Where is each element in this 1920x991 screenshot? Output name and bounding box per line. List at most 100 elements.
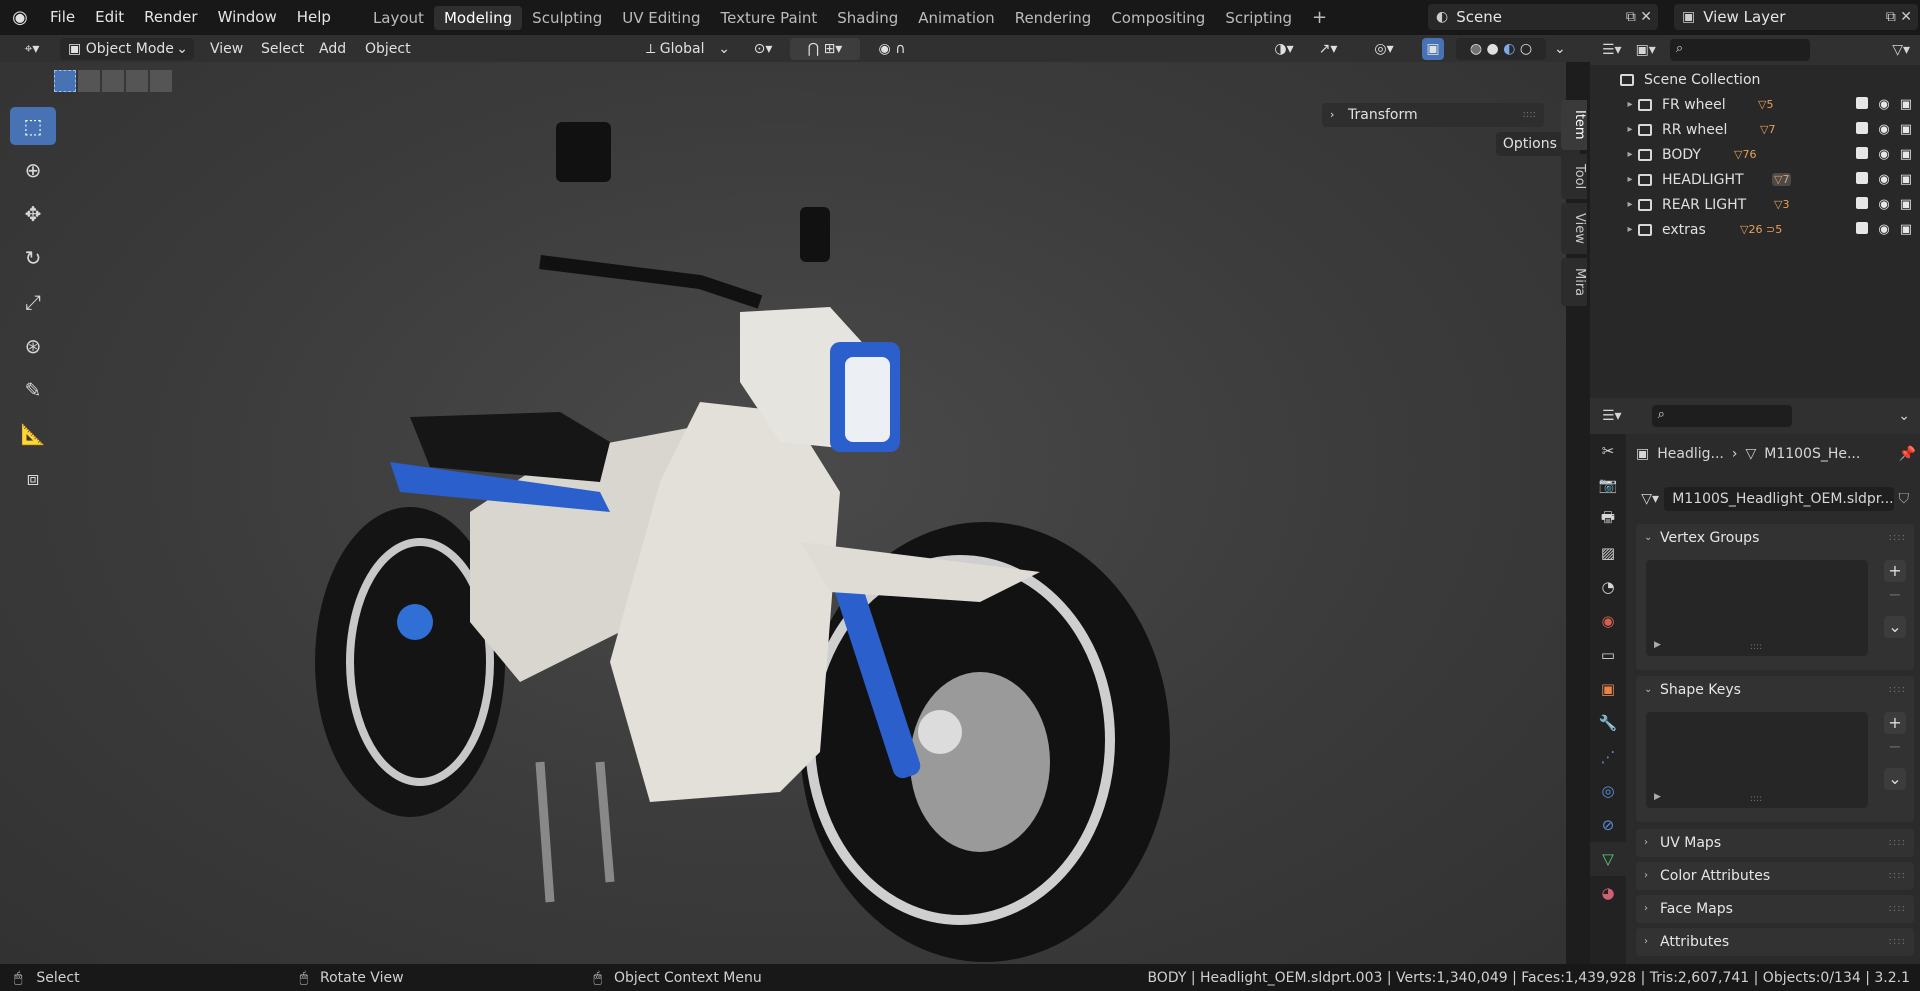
pin-icon[interactable]: 📌 bbox=[1899, 446, 1916, 462]
rendered-shading-icon[interactable]: ○ bbox=[1520, 41, 1532, 57]
checkbox-icon[interactable] bbox=[1856, 97, 1869, 109]
vertex-groups-header[interactable]: ⌄ Vertex Groups :::: bbox=[1636, 524, 1914, 552]
grip-icon[interactable]: :::: bbox=[1889, 928, 1906, 956]
new-view-layer-icon[interactable]: ⧉ ✕ bbox=[1886, 9, 1912, 25]
uv-maps-panel[interactable]: › UV Maps:::: bbox=[1636, 829, 1914, 857]
3d-viewport[interactable]: Options ⌄ bbox=[0, 62, 1580, 964]
gizmo-icon[interactable]: ↗▾ bbox=[1310, 38, 1346, 60]
particles-tab-icon[interactable]: ⋰ bbox=[1590, 740, 1626, 774]
tab-uv-editing[interactable]: UV Editing bbox=[612, 6, 710, 30]
tab-scripting[interactable]: Scripting bbox=[1215, 6, 1302, 30]
grip-icon[interactable]: :::: bbox=[1889, 676, 1906, 704]
select-box-icon[interactable]: ⬚ bbox=[10, 107, 56, 145]
grip-icon[interactable]: :::: bbox=[1889, 895, 1906, 923]
mode-dropdown[interactable]: ▣ Object Mode ⌄ bbox=[60, 38, 194, 60]
collection-tab-icon[interactable]: ▭ bbox=[1590, 638, 1626, 672]
tab-mira[interactable]: Mira bbox=[1561, 257, 1587, 306]
properties-search-input[interactable]: ⌕ bbox=[1651, 405, 1792, 427]
eye-icon[interactable]: ◉ bbox=[1878, 147, 1889, 162]
solid-shading-icon[interactable]: ● bbox=[1487, 41, 1499, 57]
add-icon[interactable]: + bbox=[1884, 712, 1906, 734]
checkbox-icon[interactable] bbox=[1856, 222, 1869, 234]
orientation-dropdown[interactable]: ⟂ Global ⌄ bbox=[640, 38, 734, 60]
tab-sculpting[interactable]: Sculpting bbox=[522, 6, 612, 30]
camera-icon[interactable]: ▣ bbox=[1900, 222, 1912, 237]
display-mode-icon[interactable]: ▣▾ bbox=[1636, 42, 1656, 58]
checkbox-icon[interactable] bbox=[1856, 197, 1869, 209]
outliner-row-rr-wheel[interactable]: ▸ RR wheel ▽7 ◉ ▣ bbox=[1590, 117, 1920, 142]
pivot-icon[interactable]: ⊙▾ bbox=[745, 38, 781, 60]
scale-icon[interactable]: ⤢ bbox=[10, 283, 56, 321]
grip-icon[interactable]: :::: bbox=[1889, 524, 1906, 552]
grip-icon[interactable]: :::: bbox=[1889, 862, 1906, 890]
scene-collection-row[interactable]: Scene Collection bbox=[1590, 67, 1920, 92]
tab-rendering[interactable]: Rendering bbox=[1005, 6, 1102, 30]
fake-user-icon[interactable]: ⛉ bbox=[1894, 491, 1914, 507]
new-scene-icon[interactable]: ⧉ ✕ bbox=[1626, 9, 1652, 25]
outliner-editor-icon[interactable]: ☰▾ bbox=[1602, 42, 1622, 58]
vertex-groups-list[interactable]: ▶ :::: bbox=[1646, 560, 1868, 656]
grip-icon[interactable]: :::: bbox=[1889, 829, 1906, 857]
eye-icon[interactable]: ◉ bbox=[1878, 122, 1889, 137]
transform-icon[interactable]: ⊛ bbox=[10, 327, 56, 365]
checkbox-icon[interactable] bbox=[1856, 147, 1869, 159]
blender-logo-icon[interactable]: ◉ bbox=[0, 7, 40, 28]
tab-layout[interactable]: Layout bbox=[363, 6, 434, 30]
output-tab-icon[interactable]: 🖶 bbox=[1590, 502, 1626, 536]
outliner-row-body[interactable]: ▸ BODY ▽76 ◉ ▣ bbox=[1590, 142, 1920, 167]
wireframe-shading-icon[interactable]: ◍ bbox=[1470, 41, 1482, 57]
chevron-down-icon[interactable]: ⌄ bbox=[1884, 768, 1906, 790]
tab-compositing[interactable]: Compositing bbox=[1101, 6, 1215, 30]
data-tab-icon[interactable]: ▽ bbox=[1590, 842, 1626, 876]
remove-icon[interactable]: − bbox=[1884, 736, 1906, 758]
rotate-icon[interactable]: ↻ bbox=[10, 239, 56, 277]
menu-select[interactable]: Select bbox=[261, 38, 304, 60]
visibility-icon[interactable]: ◑▾ bbox=[1266, 38, 1302, 60]
xray-icon[interactable]: ▣ bbox=[1422, 38, 1444, 60]
transform-panel-header[interactable]: › Transform :::: bbox=[1322, 103, 1544, 127]
annotate-icon[interactable]: ✎ bbox=[10, 371, 56, 409]
color-attributes-panel[interactable]: › Color Attributes:::: bbox=[1636, 862, 1914, 890]
snap-icon[interactable]: ⋂ ⊞▾ bbox=[790, 38, 860, 60]
editor-type-icon[interactable]: ⌖▾ bbox=[14, 38, 50, 60]
attributes-panel[interactable]: › Attributes:::: bbox=[1636, 928, 1914, 956]
grip-icon[interactable]: :::: bbox=[1523, 103, 1536, 127]
modifier-tab-icon[interactable]: 🔧 bbox=[1590, 706, 1626, 740]
expand-icon[interactable]: ▸ bbox=[1622, 99, 1638, 110]
tab-shading[interactable]: Shading bbox=[827, 6, 908, 30]
eye-icon[interactable]: ◉ bbox=[1878, 172, 1889, 187]
constraints-tab-icon[interactable]: ⊘ bbox=[1590, 808, 1626, 842]
cursor-icon[interactable]: ⊕ bbox=[10, 151, 56, 189]
expand-icon[interactable]: ▸ bbox=[1622, 124, 1638, 135]
physics-tab-icon[interactable]: ◎ bbox=[1590, 774, 1626, 808]
move-icon[interactable]: ✥ bbox=[10, 195, 56, 233]
mesh-name-field[interactable]: M1100S_Headlight_OEM.sldpr... bbox=[1664, 487, 1894, 511]
mesh-browse-icon[interactable]: ▽▾ bbox=[1636, 491, 1664, 507]
motorcycle-model[interactable] bbox=[0, 62, 1566, 964]
tab-view[interactable]: View bbox=[1561, 202, 1587, 254]
overlay-icon[interactable]: ◎▾ bbox=[1366, 38, 1402, 60]
menu-add[interactable]: Add bbox=[319, 38, 346, 60]
resize-grip-icon[interactable]: :::: bbox=[1750, 794, 1762, 804]
camera-icon[interactable]: ▣ bbox=[1900, 97, 1912, 112]
face-maps-panel[interactable]: › Face Maps:::: bbox=[1636, 895, 1914, 923]
render-tab-icon[interactable]: 📷 bbox=[1590, 468, 1626, 502]
shading-dropdown-icon[interactable]: ⌄ bbox=[1554, 38, 1574, 60]
camera-icon[interactable]: ▣ bbox=[1900, 122, 1912, 137]
menu-object[interactable]: Object bbox=[365, 38, 411, 60]
expand-icon[interactable]: ▸ bbox=[1622, 149, 1638, 160]
expand-icon[interactable]: ▶ bbox=[1654, 640, 1661, 650]
chevron-down-icon[interactable]: ⌄ bbox=[1898, 408, 1920, 424]
uv-maps-header[interactable]: › UV Maps:::: bbox=[1636, 829, 1914, 857]
menu-file[interactable]: File bbox=[40, 0, 85, 35]
outliner-row-headlight[interactable]: ▸ HEADLIGHT ▽7 ◉ ▣ bbox=[1590, 167, 1920, 192]
tab-modeling[interactable]: Modeling bbox=[433, 5, 523, 30]
eye-icon[interactable]: ◉ bbox=[1878, 222, 1889, 237]
camera-icon[interactable]: ▣ bbox=[1900, 197, 1912, 212]
material-tab-icon[interactable]: ◕ bbox=[1590, 876, 1626, 910]
resize-grip-icon[interactable]: :::: bbox=[1750, 642, 1762, 652]
outliner-row-fr-wheel[interactable]: ▸ FR wheel ▽5 ◉ ▣ bbox=[1590, 92, 1920, 117]
outliner-row-extras[interactable]: ▸ extras ▽26 ⊃5 ◉ ▣ bbox=[1590, 217, 1920, 242]
tab-tool[interactable]: Tool bbox=[1561, 153, 1587, 199]
breadcrumb-object[interactable]: Headlig... bbox=[1657, 446, 1724, 462]
